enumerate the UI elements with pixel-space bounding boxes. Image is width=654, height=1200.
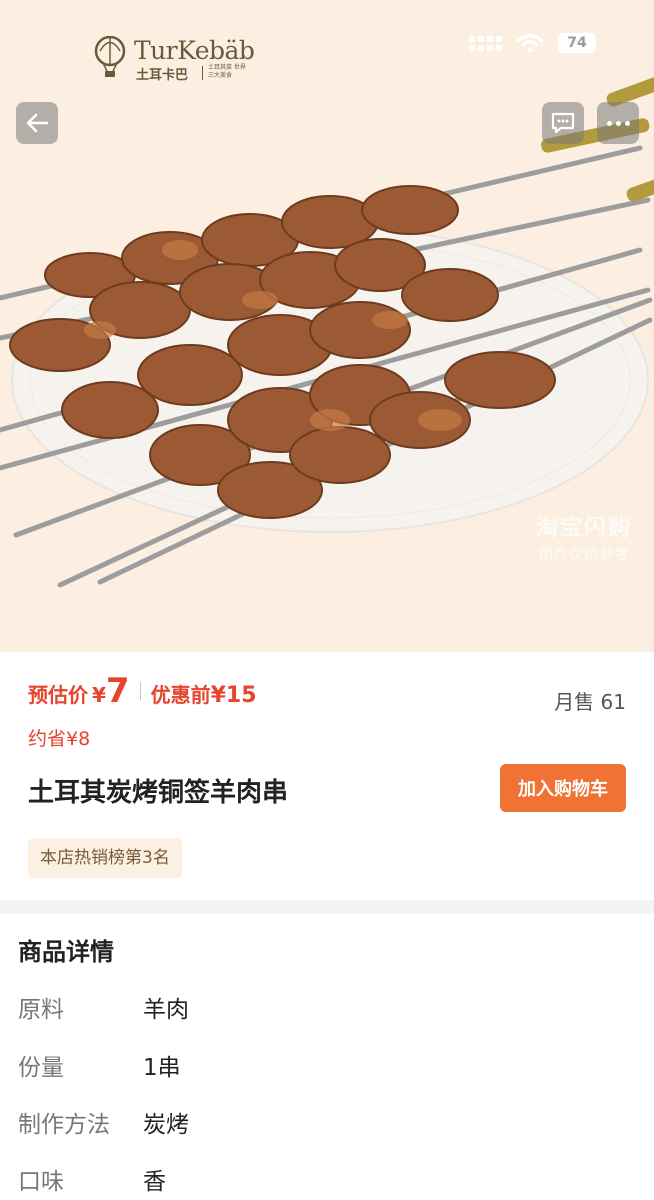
spec-value: 炭烤 — [143, 1112, 189, 1138]
original-price: ¥15 — [210, 683, 257, 708]
monthly-sales: 月售 61 — [554, 690, 626, 714]
brand-logo: TurKebäb 土耳卡巴 土耳其菜 世界三大美食 — [92, 34, 272, 83]
spec-label: 口味 — [18, 1169, 64, 1195]
spec-label: 份量 — [18, 1055, 64, 1081]
watermark-note: 图片仅供参考 — [538, 547, 629, 563]
spec-value: 1串 — [143, 1055, 181, 1081]
spec-label: 原料 — [18, 997, 64, 1023]
price-row: 预估价 ¥ 7 优惠前 ¥15 — [28, 674, 257, 708]
product-title: 土耳其炭烤铜签羊肉串 — [28, 778, 289, 808]
estimated-price: 7 — [105, 671, 130, 711]
spec-row-portion: 份量 1串 — [18, 1048, 181, 1082]
logo-divider — [202, 66, 203, 80]
price-divider — [139, 682, 141, 700]
saving-text: 约省¥8 — [28, 728, 91, 750]
spec-value: 香 — [143, 1169, 166, 1195]
spec-label: 制作方法 — [18, 1112, 110, 1138]
signal-icon — [469, 35, 502, 51]
status-bar: 74 — [469, 33, 596, 53]
section-divider — [0, 900, 654, 914]
watermark-title: 淘宝闪购 — [535, 516, 632, 541]
product-details: 商品详情 原料 羊肉 份量 1串 制作方法 炭烤 口味 香 — [0, 914, 654, 1200]
wifi-icon — [516, 34, 544, 53]
battery-indicator: 74 — [558, 33, 596, 53]
more-dots-icon — [606, 120, 630, 126]
back-button[interactable] — [16, 102, 58, 144]
details-title: 商品详情 — [18, 938, 114, 966]
message-button[interactable] — [542, 102, 584, 144]
product-image: TurKebäb 土耳卡巴 土耳其菜 世界三大美食 74 淘宝闪购 图片仅供参考 — [0, 0, 654, 652]
message-icon — [551, 112, 575, 134]
more-button[interactable] — [597, 102, 639, 144]
original-price-label: 优惠前 — [150, 683, 211, 707]
back-arrow-icon — [26, 113, 49, 133]
spec-row-method: 制作方法 炭烤 — [18, 1105, 189, 1139]
spec-row-ingredient: 原料 羊肉 — [18, 990, 189, 1024]
brand-name-en: TurKebäb — [134, 36, 255, 65]
product-info: 预估价 ¥ 7 优惠前 ¥15 约省¥8 月售 61 土耳其炭烤铜签羊肉串 加入… — [0, 652, 654, 900]
brand-name-cn: 土耳卡巴 — [136, 68, 189, 83]
estimated-price-label: 预估价 — [28, 683, 88, 707]
brand-tagline: 土耳其菜 世界三大美食 — [208, 64, 246, 79]
spec-value: 羊肉 — [143, 997, 189, 1023]
rank-badge[interactable]: 本店热销榜第3名 — [28, 838, 182, 878]
spec-row-flavor: 口味 香 — [18, 1162, 166, 1196]
image-watermark: 淘宝闪购 图片仅供参考 — [536, 510, 632, 564]
currency-symbol: ¥ — [92, 683, 106, 707]
hot-air-balloon-icon — [94, 36, 126, 77]
add-to-cart-button[interactable]: 加入购物车 — [500, 764, 626, 812]
